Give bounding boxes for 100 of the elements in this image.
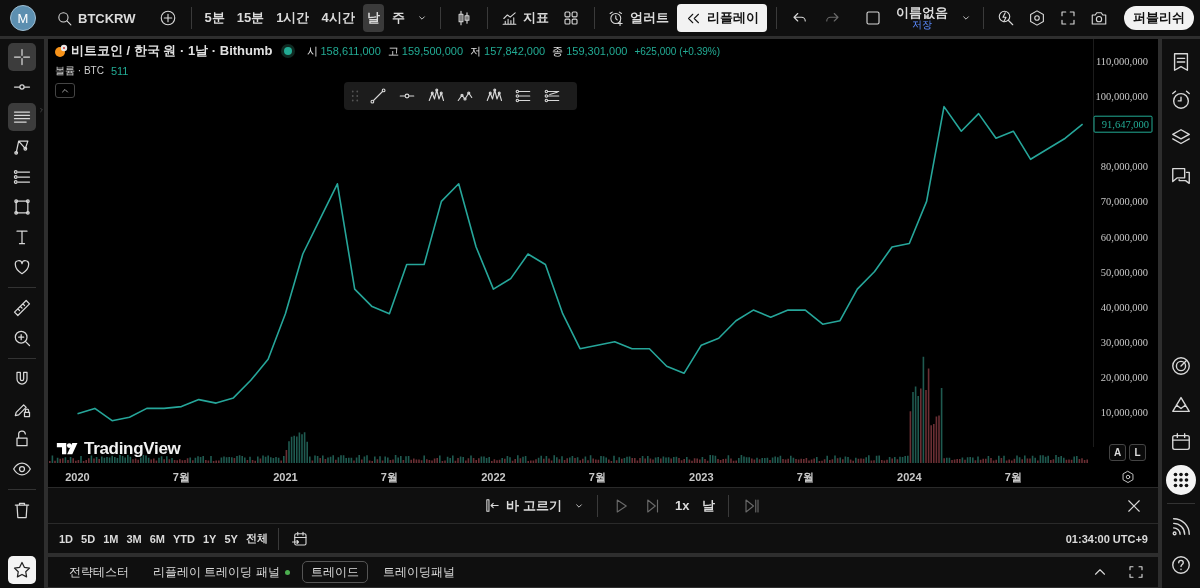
calendar-icon [1170,431,1192,453]
speed-button[interactable]: 1x [671,491,694,520]
heart-icon [12,257,32,277]
range-button[interactable]: 1Y [199,530,220,547]
star-icon [12,560,32,580]
price-axis-label: 30,000,000 [1100,336,1148,348]
broadcast-icon [1170,516,1192,538]
favorites-button[interactable] [8,556,36,584]
interval-button[interactable]: 15분 [232,4,269,32]
price-axis-label: 20,000,000 [1100,371,1148,383]
logo-text: TradingView [84,439,181,459]
panel-tab[interactable]: 트레이딩패널 [373,561,464,583]
rectangle-icon [12,197,32,217]
range-button[interactable]: 6M [146,530,168,547]
parallel-lines-tool[interactable] [8,103,36,131]
volume-value: 511 [110,65,129,77]
trend-line-icon [368,87,387,105]
interval-button[interactable]: 주 [387,4,409,32]
dots-grid-button[interactable] [1166,465,1196,495]
grid-icon [561,9,580,27]
panel-tab[interactable]: 리플레이 트레이딩 패널 [144,561,289,583]
time-axis-label: 2023 [689,471,714,483]
time-axis-label: 7월 [1004,471,1022,483]
time-axis-label: 2024 [897,471,922,483]
plus-icon [158,9,177,27]
range-button[interactable]: 전체 [242,529,271,548]
range-button[interactable]: 5D [78,530,99,547]
bar-chart-icon [500,9,518,27]
fullscreen-icon [1059,9,1077,27]
alert-button[interactable]: 얼러트 [603,4,673,32]
chat-icon [1170,165,1192,187]
ohlc-label: 종 [552,43,564,59]
ohlc-value: 157,842,000 [484,45,546,57]
price-axis-label: 50,000,000 [1100,266,1148,278]
symbol-title: 비트코인 / 한국 원 · 1날 · Bithumb [71,42,273,60]
bar-select-icon [484,497,502,514]
camera-icon [1090,9,1108,27]
fib-channel-icon [542,87,561,105]
ohlc-value: 158,611,000 [320,45,381,57]
price-axis-label: 10,000,000 [1100,406,1148,418]
scale-mode-button[interactable]: L [1129,444,1146,461]
time-axis-label: 7월 [796,471,814,483]
close-icon [1125,497,1143,515]
panel-tab[interactable]: 전략테스터 [60,561,138,583]
interval-button[interactable]: 날 [362,4,384,32]
ohlc-label: 저 [470,43,482,59]
scale-mode-button[interactable]: A [1109,444,1126,461]
range-button[interactable]: 3M [123,530,145,547]
target-icon [1170,355,1192,377]
time-axis-label: 7월 [380,471,398,483]
crosshair-icon [12,47,32,67]
layout-name-button[interactable]: 이름없음 저장 [890,6,954,30]
range-button[interactable]: 1M [100,530,122,547]
layout-name: 이름없음 [896,6,948,19]
price-axis-label: 40,000,000 [1100,301,1148,313]
time-axis-label: 2021 [273,471,298,483]
price-axis-label: 70,000,000 [1100,196,1148,208]
indicators-button[interactable]: 지표 [496,4,553,32]
last-price-label: 91,647,000 [1093,115,1153,133]
alarm-clock-icon [1170,89,1192,111]
logo-mark-icon [56,442,80,456]
coin-icon [54,44,68,58]
replay-button[interactable]: 리플레이 [676,4,767,32]
crosshair-tool[interactable] [8,43,36,71]
time-axis-label: 2020 [65,471,90,483]
range-button[interactable]: 1D [56,530,77,547]
collapse-legend-button[interactable] [55,83,75,98]
zoom-in-icon [12,328,32,348]
panel-tab[interactable]: 트레이드 [301,561,368,583]
maximize-icon [1127,563,1145,581]
interval-button[interactable]: 5분 [200,4,229,32]
publish-button[interactable]: 퍼블리쉬 [1124,6,1194,30]
time-axis-label: 2022 [481,471,506,483]
help-icon [1170,554,1192,576]
search-icon [56,9,73,27]
range-button[interactable]: YTD [169,530,198,547]
ohlc-value: 159,500,000 [401,45,464,57]
ruler-icon [12,298,32,318]
interval-button[interactable]: 4시간 [317,4,359,32]
price-axis-label: 100,000,000 [1095,91,1148,103]
fib-lines-icon [12,167,32,187]
symbol-search-button[interactable]: BTCKRW [52,4,140,32]
settings-icon [1121,470,1135,484]
price-change: +625,000 (+0.39%) [634,45,720,57]
square-icon [864,9,882,27]
fib-lines-icon [513,87,532,105]
select-bar-button[interactable]: 바 고르기 [480,491,567,520]
volume-label: 볼륨 · BTC [55,64,104,78]
calendar-arrow-icon [290,529,309,548]
save-status: 저장 [912,20,932,30]
interval-button[interactable]: 1시간 [272,4,314,32]
alarm-plus-icon [607,9,625,27]
ohlc-label: 시 [306,43,318,59]
ohlc-value: 159,301,000 [566,45,628,57]
price-axis-label: 110,000,000 [1095,56,1148,67]
time-axis-label: 7월 [172,471,190,483]
replay-interval-button[interactable]: 날 [697,491,719,520]
range-button[interactable]: 5Y [221,530,241,547]
timezone-clock[interactable]: 01:34:00 UTC+9 [1065,532,1150,545]
price-axis-label: 60,000,000 [1100,231,1148,243]
